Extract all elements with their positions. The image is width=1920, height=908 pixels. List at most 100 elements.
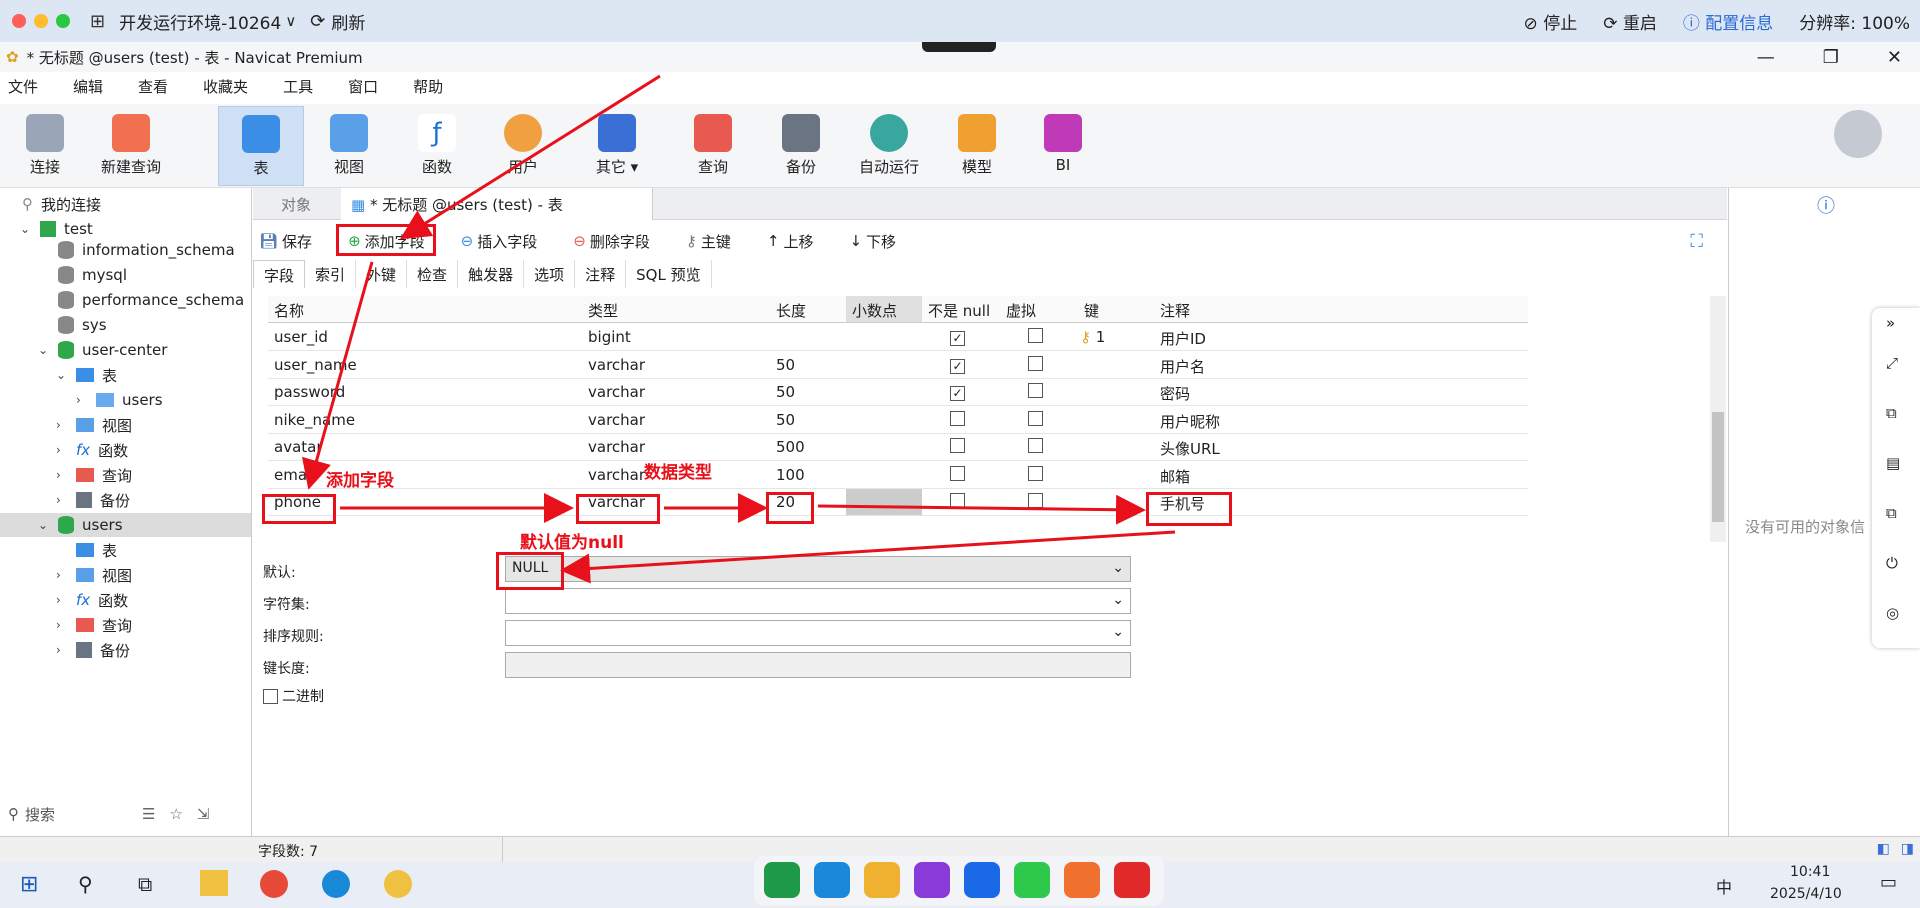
- chrome-icon[interactable]: [260, 870, 288, 898]
- cell-length[interactable]: 100: [776, 466, 805, 484]
- col-type[interactable]: 类型: [588, 300, 618, 321]
- tab-table-design[interactable]: ▦ * 无标题 @users (test) - 表: [341, 188, 653, 220]
- table-row[interactable]: user_name varchar 50 ✓ 用户名: [268, 352, 1528, 379]
- table-row[interactable]: user_id bigint ✓ ⚷ 1 用户ID: [268, 324, 1528, 351]
- refresh-button[interactable]: 刷新: [331, 9, 365, 34]
- cell-comment[interactable]: 用户昵称: [1160, 411, 1220, 432]
- tree-db-mysql[interactable]: mysql: [58, 263, 127, 287]
- tree-db-information-schema[interactable]: information_schema: [58, 238, 235, 262]
- collation-select[interactable]: ⌄: [505, 620, 1131, 646]
- dock-chat-icon[interactable]: [1014, 862, 1050, 898]
- taskview-icon[interactable]: ⧉: [138, 872, 152, 896]
- tree-db-user-center[interactable]: ⌄ user-center: [38, 338, 167, 362]
- delete-field-button[interactable]: ⊖ 删除字段: [573, 231, 668, 252]
- dock-power-icon[interactable]: [1114, 862, 1150, 898]
- navicat-task-icon[interactable]: [384, 870, 412, 898]
- close-icon[interactable]: ✕: [1887, 47, 1902, 68]
- tree-item-users-backups[interactable]: › 备份: [56, 638, 130, 662]
- minimize-dot[interactable]: [34, 14, 48, 28]
- cell-type[interactable]: bigint: [588, 328, 631, 346]
- col-virtual[interactable]: 虚拟: [1006, 300, 1036, 321]
- cell-comment[interactable]: 邮箱: [1160, 466, 1190, 487]
- cell-name[interactable]: email: [274, 466, 315, 484]
- tree-item-functions[interactable]: › fx 函数: [56, 438, 128, 462]
- other-button[interactable]: 其它 ▾: [574, 106, 660, 186]
- tree-item-users-tables[interactable]: 表: [76, 538, 117, 562]
- explorer-icon[interactable]: [200, 870, 228, 896]
- collapse-icon[interactable]: ⇲: [197, 805, 210, 823]
- query-button[interactable]: 查询: [670, 106, 756, 186]
- notnull-checkbox[interactable]: ✓: [950, 383, 965, 401]
- close-dot[interactable]: [12, 14, 26, 28]
- clock-date[interactable]: 2025/4/10: [1770, 886, 1842, 902]
- col-name[interactable]: 名称: [274, 300, 304, 321]
- move-up-button[interactable]: ↑ 上移: [767, 231, 832, 252]
- cell-name[interactable]: nike_name: [274, 411, 355, 429]
- col-comment[interactable]: 注释: [1160, 300, 1190, 321]
- cell-name[interactable]: password: [274, 383, 345, 401]
- table-row[interactable]: avatar varchar 500 头像URL: [268, 434, 1528, 461]
- default-select[interactable]: NULL ⌄: [505, 556, 1131, 582]
- move-down-button[interactable]: ↓ 下移: [849, 231, 914, 252]
- cell-length[interactable]: 50: [776, 411, 795, 429]
- avatar[interactable]: [1834, 110, 1882, 158]
- power-icon[interactable]: ⏻: [1886, 554, 1898, 572]
- menu-favorites[interactable]: 收藏夹: [195, 76, 248, 102]
- clock-time[interactable]: 10:41: [1790, 864, 1830, 880]
- notnull-checkbox[interactable]: [950, 410, 965, 430]
- tab-indexes[interactable]: 索引: [305, 260, 357, 288]
- tree-db-performance-schema[interactable]: performance_schema: [58, 288, 244, 312]
- menu-tools[interactable]: 工具: [275, 76, 313, 102]
- maximize-dot[interactable]: [56, 14, 70, 28]
- new-query-button[interactable]: 新建查询: [88, 106, 174, 186]
- virtual-checkbox[interactable]: [1028, 465, 1043, 485]
- info-icon[interactable]: ⓘ: [1817, 192, 1835, 218]
- cell-type[interactable]: varchar: [588, 438, 645, 456]
- config-button[interactable]: ⓘ 配置信息: [1683, 9, 1773, 34]
- tree-db-sys[interactable]: sys: [58, 313, 107, 337]
- layout-icon[interactable]: ▤: [1886, 454, 1900, 472]
- menu-help[interactable]: 帮助: [405, 76, 443, 102]
- col-notnull[interactable]: 不是 null: [928, 300, 990, 321]
- cell-comment[interactable]: 头像URL: [1160, 438, 1220, 459]
- tree-item-users-queries[interactable]: › 查询: [56, 613, 132, 637]
- copy-icon[interactable]: ⧉: [1886, 504, 1897, 522]
- cell-type[interactable]: varchar: [588, 356, 645, 374]
- insert-field-button[interactable]: ⊖ 插入字段: [461, 231, 556, 252]
- col-length[interactable]: 长度: [776, 300, 806, 321]
- chevrons-right-icon[interactable]: »: [1886, 314, 1895, 332]
- tree-search-input[interactable]: ⚲ 搜索: [8, 802, 55, 826]
- table-row[interactable]: password varchar 50 ✓ 密码: [268, 379, 1528, 406]
- virtual-checkbox[interactable]: [1028, 328, 1043, 347]
- virtual-checkbox[interactable]: [1028, 355, 1043, 375]
- notnull-checkbox[interactable]: [950, 493, 965, 512]
- refresh-icon[interactable]: ⟳: [310, 11, 325, 32]
- cell-decimal[interactable]: [846, 489, 922, 515]
- cell-comment[interactable]: 用户名: [1160, 356, 1205, 377]
- tree-item-backups[interactable]: › 备份: [56, 488, 130, 512]
- split-icon[interactable]: ⧉: [1886, 404, 1897, 422]
- model-button[interactable]: 模型: [934, 106, 1020, 186]
- notnull-checkbox[interactable]: [950, 438, 965, 457]
- view-button[interactable]: 视图: [306, 106, 392, 186]
- tab-fields[interactable]: 字段: [253, 260, 306, 288]
- cell-name[interactable]: user_name: [274, 356, 357, 374]
- tab-options[interactable]: 选项: [524, 260, 576, 288]
- ime-indicator[interactable]: 中: [1716, 874, 1732, 898]
- tree-db-users[interactable]: ⌄ users: [0, 513, 251, 537]
- restart-button[interactable]: ⟳ 重启: [1603, 9, 1657, 34]
- cell-length[interactable]: 500: [776, 438, 805, 456]
- tree-table-users[interactable]: › users: [76, 388, 163, 412]
- notification-icon[interactable]: ▭: [1880, 872, 1897, 893]
- tab-checks[interactable]: 检查: [407, 260, 459, 288]
- tab-foreign-keys[interactable]: 外键: [356, 260, 408, 288]
- cell-name[interactable]: user_id: [274, 328, 328, 346]
- layout-toggle-icon-2[interactable]: ◨: [1901, 841, 1914, 857]
- table-row[interactable]: nike_name varchar 50 用户昵称: [268, 407, 1528, 434]
- tree-item-queries[interactable]: › 查询: [56, 463, 132, 487]
- save-button[interactable]: 💾︎ 保存: [259, 231, 330, 252]
- star-icon[interactable]: ☆: [169, 805, 182, 823]
- menu-edit[interactable]: 编辑: [65, 76, 103, 102]
- cell-type[interactable]: varchar: [588, 383, 645, 401]
- charset-select[interactable]: ⌄: [505, 588, 1131, 614]
